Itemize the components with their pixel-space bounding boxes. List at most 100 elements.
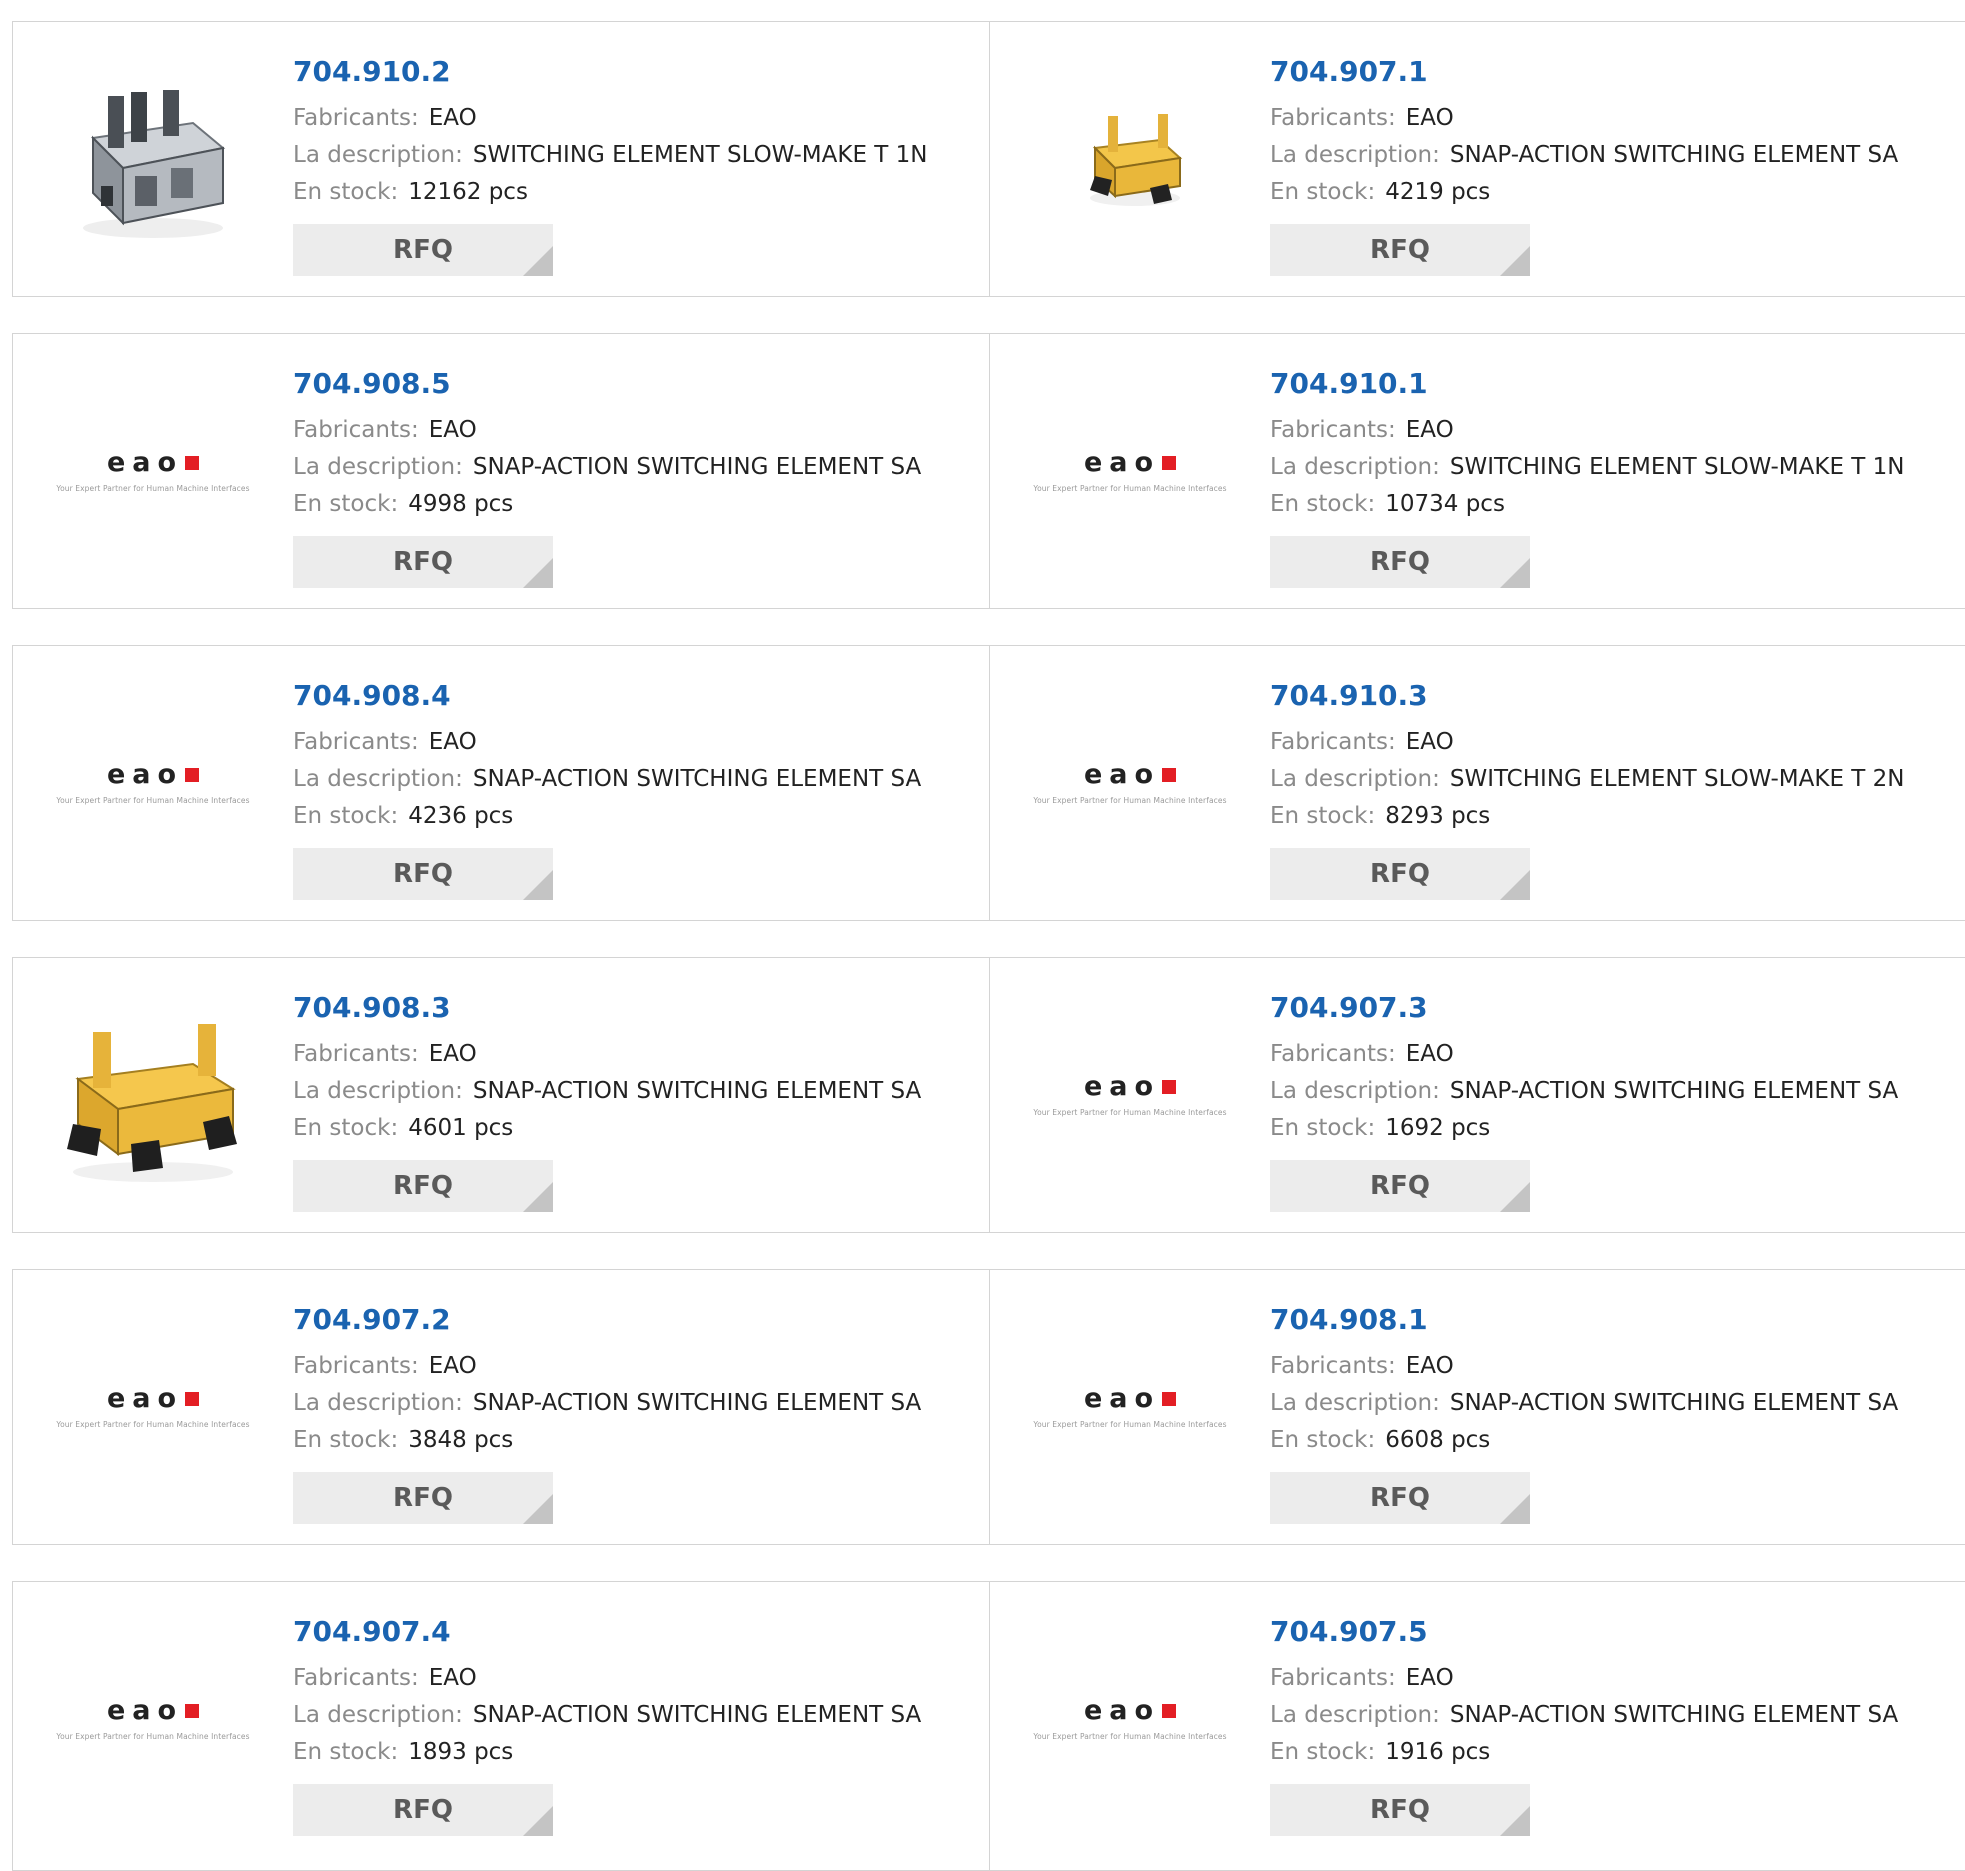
eao-logo-tagline: Your Expert Partner for Human Machine In…	[1033, 1732, 1227, 1741]
product-thumbnail[interactable]	[53, 58, 253, 258]
stock-label: En stock:	[1270, 1427, 1376, 1453]
corner-triangle-icon	[1500, 558, 1530, 588]
stock-label: En stock:	[293, 803, 399, 829]
product-card: eao Your Expert Partner for Human Machine…	[12, 1581, 990, 1871]
rfq-button[interactable]: RFQ	[1270, 1472, 1530, 1524]
eao-logo-text: eao	[1083, 447, 1161, 478]
description-row: La description: SWITCHING ELEMENT SLOW-MA…	[1270, 449, 1965, 486]
eao-logo-tagline: Your Expert Partner for Human Machine In…	[1033, 484, 1227, 493]
manufacturer-value: EAO	[428, 1353, 477, 1379]
product-info: 704.910.2 Fabricants: EAO La description:…	[293, 54, 979, 276]
description-value: SNAP-ACTION SWITCHING ELEMENT SA	[472, 1702, 922, 1728]
rfq-button[interactable]: RFQ	[293, 224, 553, 276]
description-label: La description:	[293, 1078, 463, 1104]
manufacturer-value: EAO	[428, 105, 477, 131]
part-number-link[interactable]: 704.910.2	[293, 54, 979, 90]
corner-triangle-icon	[1500, 1494, 1530, 1524]
corner-triangle-icon	[523, 1494, 553, 1524]
manufacturer-value: EAO	[428, 417, 477, 443]
product-thumbnail[interactable]: eao Your Expert Partner for Human Machine…	[1030, 370, 1230, 570]
eao-red-square-icon	[1162, 1392, 1177, 1406]
description-row: La description: SNAP-ACTION SWITCHING ELE…	[293, 1697, 979, 1734]
part-number-link[interactable]: 704.910.1	[1270, 366, 1965, 402]
part-number-link[interactable]: 704.907.4	[293, 1614, 979, 1650]
part-number-link[interactable]: 704.908.5	[293, 366, 979, 402]
stock-value: 8293 pcs	[1385, 803, 1491, 829]
product-card: eao Your Expert Partner for Human Machine…	[12, 333, 990, 609]
description-value: SWITCHING ELEMENT SLOW-MAKE T 2N	[1449, 766, 1905, 792]
product-thumbnail[interactable]: eao Your Expert Partner for Human Machine…	[1030, 1618, 1230, 1818]
stock-row: En stock: 1916 pcs	[1270, 1734, 1965, 1771]
eao-logo-word: eao	[1030, 1383, 1230, 1414]
rfq-button[interactable]: RFQ	[1270, 1160, 1530, 1212]
manufacturer-value: EAO	[1405, 729, 1454, 755]
product-thumbnail[interactable]: eao Your Expert Partner for Human Machine…	[53, 370, 253, 570]
manufacturer-row: Fabricants: EAO	[1270, 1660, 1965, 1697]
stock-label: En stock:	[293, 1739, 399, 1765]
stock-label: En stock:	[293, 1427, 399, 1453]
rfq-button[interactable]: RFQ	[1270, 224, 1530, 276]
rfq-button[interactable]: RFQ	[293, 1784, 553, 1836]
rfq-button[interactable]: RFQ	[1270, 536, 1530, 588]
part-number-link[interactable]: 704.908.1	[1270, 1302, 1965, 1338]
part-number-link[interactable]: 704.908.4	[293, 678, 979, 714]
product-thumbnail[interactable]	[53, 994, 253, 1194]
description-row: La description: SNAP-ACTION SWITCHING ELE…	[1270, 1073, 1965, 1110]
description-row: La description: SNAP-ACTION SWITCHING ELE…	[293, 1073, 979, 1110]
stock-label: En stock:	[1270, 1115, 1376, 1141]
description-row: La description: SNAP-ACTION SWITCHING ELE…	[1270, 1385, 1965, 1422]
eao-logo-text: eao	[106, 447, 184, 478]
product-thumbnail[interactable]: eao Your Expert Partner for Human Machine…	[1030, 682, 1230, 882]
stock-row: En stock: 6608 pcs	[1270, 1422, 1965, 1459]
manufacturer-label: Fabricants:	[1270, 417, 1396, 443]
rfq-button[interactable]: RFQ	[293, 536, 553, 588]
eao-logo-tagline: Your Expert Partner for Human Machine In…	[1033, 1108, 1227, 1117]
manufacturer-row: Fabricants: EAO	[293, 412, 979, 449]
rfq-button[interactable]: RFQ	[1270, 1784, 1530, 1836]
eao-logo-word: eao	[53, 759, 253, 790]
part-number-link[interactable]: 704.907.2	[293, 1302, 979, 1338]
corner-triangle-icon	[523, 1182, 553, 1212]
part-number-link[interactable]: 704.907.5	[1270, 1614, 1965, 1650]
product-card: eao Your Expert Partner for Human Machine…	[12, 645, 990, 921]
rfq-label: RFQ	[1370, 235, 1430, 265]
manufacturer-label: Fabricants:	[293, 105, 419, 131]
rfq-button[interactable]: RFQ	[293, 1472, 553, 1524]
rfq-button[interactable]: RFQ	[293, 1160, 553, 1212]
rfq-label: RFQ	[1370, 859, 1430, 889]
stock-value: 10734 pcs	[1385, 491, 1505, 517]
product-thumbnail[interactable]: eao Your Expert Partner for Human Machine…	[53, 682, 253, 882]
description-row: La description: SNAP-ACTION SWITCHING ELE…	[293, 1385, 979, 1422]
stock-row: En stock: 8293 pcs	[1270, 798, 1965, 835]
product-thumbnail[interactable]: eao Your Expert Partner for Human Machine…	[1030, 1306, 1230, 1506]
product-thumbnail[interactable]	[1030, 58, 1230, 258]
manufacturer-label: Fabricants:	[1270, 729, 1396, 755]
product-info: 704.907.5 Fabricants: EAO La description:…	[1270, 1614, 1965, 1836]
product-thumbnail[interactable]: eao Your Expert Partner for Human Machine…	[53, 1618, 253, 1818]
stock-value: 4601 pcs	[408, 1115, 514, 1141]
eao-logo-tagline: Your Expert Partner for Human Machine In…	[56, 796, 250, 805]
stock-row: En stock: 1692 pcs	[1270, 1110, 1965, 1147]
product-info: 704.910.1 Fabricants: EAO La description:…	[1270, 366, 1965, 588]
eao-logo-text: eao	[106, 1695, 184, 1726]
product-thumbnail[interactable]: eao Your Expert Partner for Human Machine…	[53, 1306, 253, 1506]
rfq-label: RFQ	[1370, 547, 1430, 577]
part-number-link[interactable]: 704.910.3	[1270, 678, 1965, 714]
stock-row: En stock: 12162 pcs	[293, 174, 979, 211]
description-label: La description:	[1270, 766, 1440, 792]
rfq-button[interactable]: RFQ	[293, 848, 553, 900]
description-label: La description:	[1270, 1078, 1440, 1104]
eao-logo: eao Your Expert Partner for Human Machine…	[53, 1383, 253, 1429]
switch-element-photo	[83, 90, 226, 238]
eao-logo-text: eao	[106, 759, 184, 790]
product-card: eao Your Expert Partner for Human Machine…	[989, 333, 1965, 609]
product-thumbnail[interactable]: eao Your Expert Partner for Human Machine…	[1030, 994, 1230, 1194]
part-number-link[interactable]: 704.907.1	[1270, 54, 1965, 90]
eao-red-square-icon	[1162, 456, 1177, 470]
rfq-button[interactable]: RFQ	[1270, 848, 1530, 900]
part-number-link[interactable]: 704.907.3	[1270, 990, 1965, 1026]
description-row: La description: SNAP-ACTION SWITCHING ELE…	[293, 449, 979, 486]
part-number-link[interactable]: 704.908.3	[293, 990, 979, 1026]
manufacturer-label: Fabricants:	[293, 1041, 419, 1067]
eao-logo-text: eao	[1083, 1071, 1161, 1102]
